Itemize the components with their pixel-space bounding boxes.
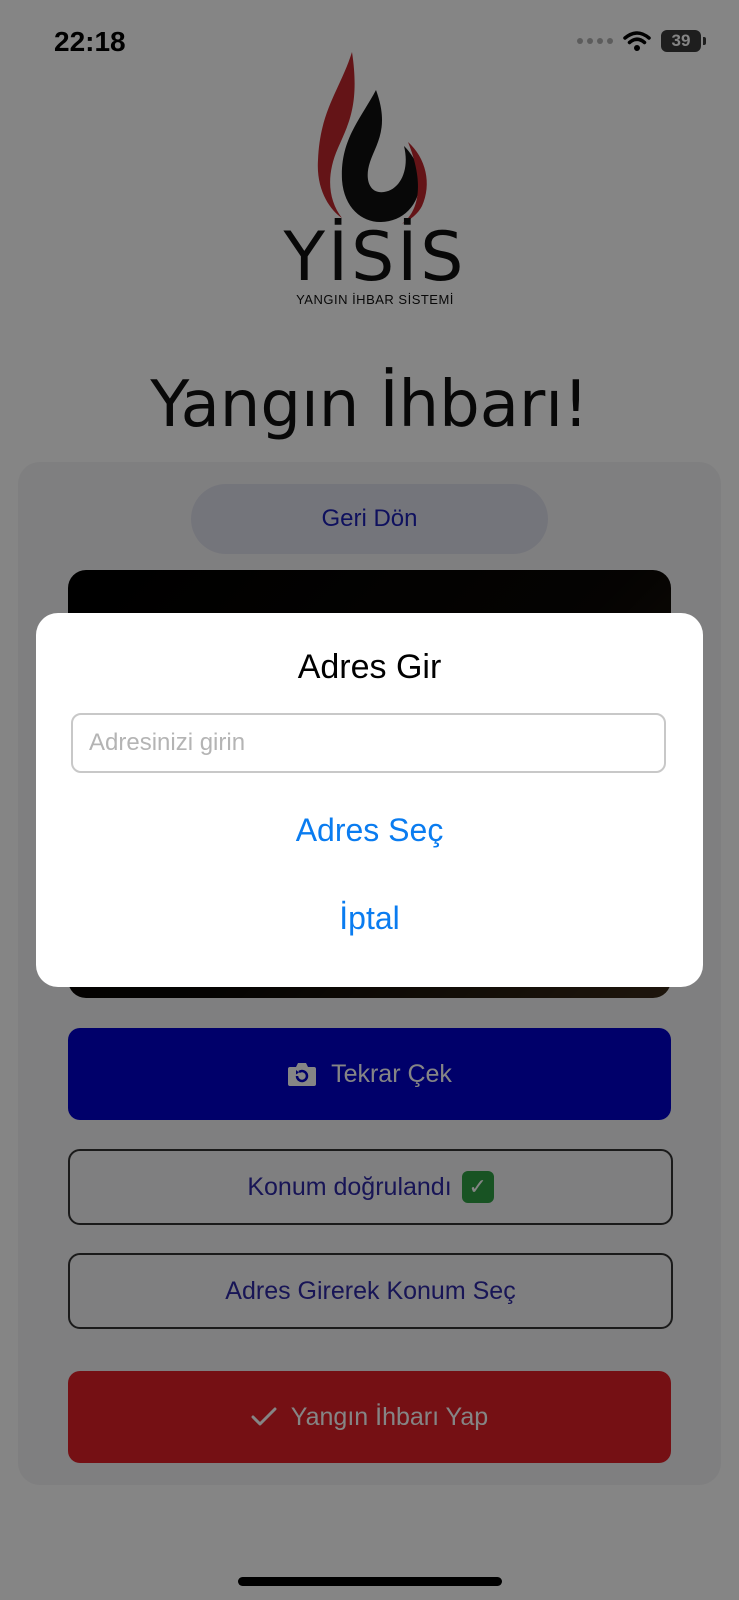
- dialog-title: Adres Gir: [297, 648, 442, 686]
- select-address-button[interactable]: Adres Seç: [36, 812, 703, 849]
- home-indicator[interactable]: [238, 1577, 502, 1586]
- address-input[interactable]: [71, 713, 666, 773]
- cancel-button[interactable]: İptal: [36, 900, 703, 937]
